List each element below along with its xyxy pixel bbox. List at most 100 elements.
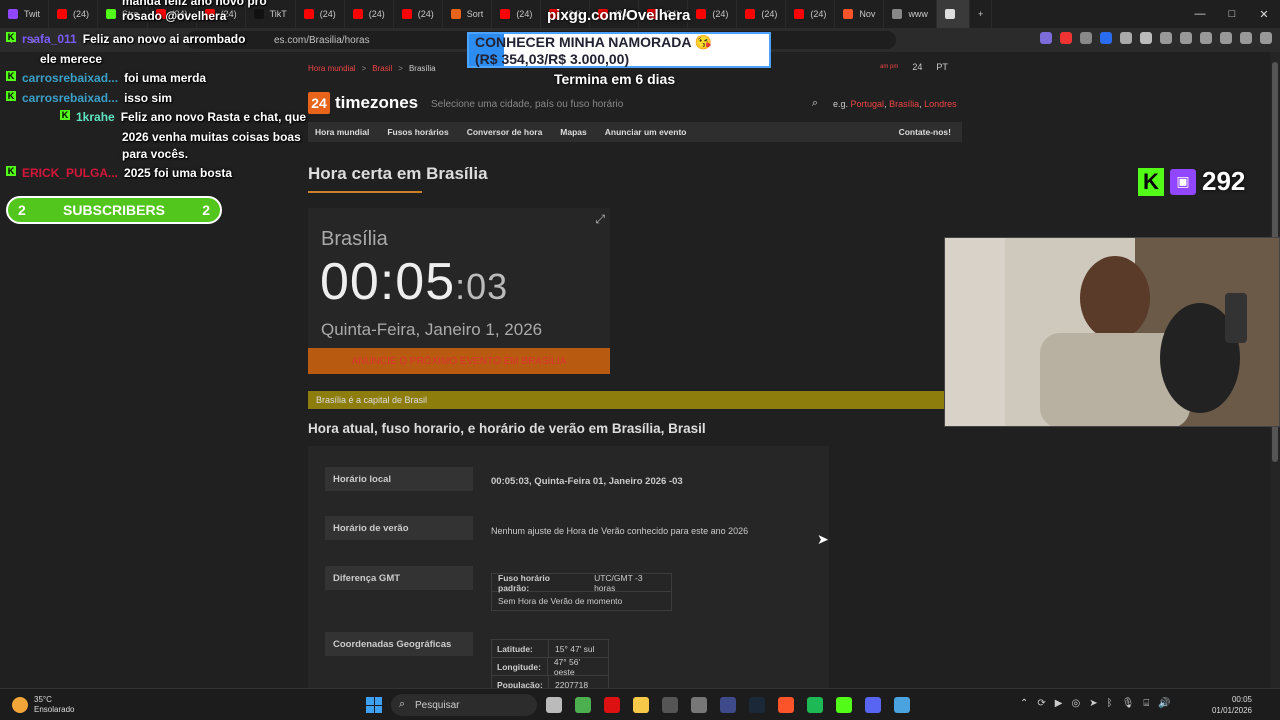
opera-icon[interactable] <box>604 697 620 713</box>
chat-message: K ERICK_PULGA... 2025 foi uma bosta <box>6 166 232 180</box>
obs-icon[interactable] <box>691 697 707 713</box>
extension-icon[interactable] <box>1100 32 1112 44</box>
nav-world-time[interactable]: Hora mundial <box>308 127 380 137</box>
task-view-icon[interactable] <box>546 697 562 713</box>
system-tray: ⌃ ⟳ ▶ ◎ ➤ ᛒ 🎙 ⌸ 🔊 <box>1020 698 1171 709</box>
microphone-icon[interactable]: 🎙 <box>1122 698 1135 709</box>
example-link-brasilia[interactable]: Brasília <box>889 99 919 109</box>
kick-app-icon[interactable] <box>836 697 852 713</box>
nav-maps[interactable]: Mapas <box>553 127 597 137</box>
browser-tab[interactable]: (24) <box>737 0 787 28</box>
breadcrumb-separator: > <box>361 64 367 73</box>
nav-timezones[interactable]: Fusos horários <box>380 127 459 137</box>
taskbar-date: 01/01/2026 <box>1211 706 1252 715</box>
site-logo[interactable]: 24 timezones <box>308 92 418 114</box>
announce-event-button[interactable]: ANUNCIE O PRÓXIMO EVENTO EM BRASÍLIA <box>308 348 610 374</box>
example-link-portugal[interactable]: Portugal <box>851 99 885 109</box>
goal-deadline: Termina em 6 dias <box>554 71 676 87</box>
nav-announce[interactable]: Anunciar um evento <box>598 127 698 137</box>
browser-tab[interactable]: Nov <box>835 0 885 28</box>
nav-contact[interactable]: Contate-nos! <box>892 127 962 137</box>
close-window-icon[interactable]: ✕ <box>1248 0 1280 28</box>
wallet-icon[interactable] <box>1220 32 1232 44</box>
tray-app-icon[interactable]: ➤ <box>1089 698 1097 709</box>
tray-app-icon[interactable]: ▶ <box>1055 698 1063 709</box>
app-icon[interactable] <box>720 697 736 713</box>
gmt-note: Sem Hora de Verão de momento <box>498 596 623 606</box>
extension-icon[interactable] <box>1040 32 1052 44</box>
steam-icon[interactable] <box>749 697 765 713</box>
taskbar-search[interactable]: ⌕ Pesquisar <box>391 694 537 716</box>
volume-icon[interactable]: 🔊 <box>1158 698 1170 709</box>
new-tab-button[interactable]: + <box>970 0 993 28</box>
chat-message: rosado @ovelhera <box>122 9 226 23</box>
tray-app-icon[interactable]: ◎ <box>1071 698 1080 709</box>
tab-favicon-icon <box>696 9 707 19</box>
file-explorer-icon[interactable] <box>633 697 649 713</box>
format-24-toggle[interactable]: 24 <box>912 62 922 72</box>
tab-label: Nov <box>859 9 876 19</box>
taskbar-search-label: Pesquisar <box>415 699 460 711</box>
breadcrumb-world[interactable]: Hora mundial <box>308 64 356 73</box>
chat-text: ele merece <box>40 52 103 66</box>
tray-app-icon[interactable]: ⟳ <box>1037 698 1045 709</box>
minimize-icon[interactable]: — <box>1184 0 1216 28</box>
weather-widget[interactable]: 35°C Ensolarado <box>12 695 74 715</box>
nav-converter[interactable]: Conversor de hora <box>460 127 554 137</box>
main-nav: Hora mundial Fusos horários Conversor de… <box>308 122 962 142</box>
maximize-icon[interactable]: □ <box>1216 0 1248 28</box>
music-icon[interactable] <box>1180 32 1192 44</box>
chat-message: Kcarrosrebaixad... foi uma merda <box>6 71 206 85</box>
browser-tab[interactable]: www <box>884 0 937 28</box>
weather-text: 35°C Ensolarado <box>34 695 74 715</box>
tab-label: Sort <box>466 9 484 19</box>
tab-favicon-icon <box>892 9 903 19</box>
extension-icon[interactable] <box>1060 32 1072 44</box>
chat-username: carrosrebaixad... <box>22 91 119 105</box>
search-icon: ⌕ <box>399 698 406 710</box>
tab-label: (24) <box>810 9 827 19</box>
tray-chevron-icon[interactable]: ⌃ <box>1020 698 1028 709</box>
vpn-icon[interactable] <box>1240 32 1252 44</box>
search-icon[interactable]: ⌕ <box>812 97 818 110</box>
screenshot-icon[interactable] <box>1160 32 1172 44</box>
taskbar-clock[interactable]: 00:05 01/01/2026 <box>1206 694 1252 716</box>
browser-tab[interactable]: (24) <box>786 0 836 28</box>
dst-label: Horário de verão <box>325 516 473 540</box>
puzzle-icon[interactable] <box>1140 32 1152 44</box>
city-search-input[interactable]: Selecione uma cidade, país ou fuso horár… <box>424 94 824 114</box>
chat-message: ele merece <box>40 52 102 66</box>
example-link-londres[interactable]: Londres <box>924 99 957 109</box>
subs-count-left: 2 <box>18 202 26 218</box>
browser-tab[interactable]: (24) <box>345 0 394 28</box>
chrome-icon[interactable] <box>575 697 591 713</box>
breadcrumb-country[interactable]: Brasil <box>372 64 392 73</box>
search-placeholder: Selecione uma cidade, país ou fuso horár… <box>431 98 624 110</box>
expand-icon[interactable]: ⤢ <box>595 212 605 227</box>
start-menu-icon[interactable] <box>366 697 382 713</box>
kick-badge-icon: K <box>6 166 16 176</box>
sidebar-icon[interactable] <box>1200 32 1212 44</box>
browser-tab[interactable]: (24) <box>688 0 738 28</box>
bluetooth-icon[interactable]: ᛒ <box>1107 698 1113 709</box>
extension-icon[interactable] <box>1120 32 1132 44</box>
language-selector[interactable]: PT <box>936 62 948 72</box>
ampm-toggle[interactable]: am pm <box>880 64 898 70</box>
info-card: Horário local 00:05:03, Quinta-Feira 01,… <box>308 446 829 688</box>
extension-icon[interactable] <box>1080 32 1092 44</box>
network-icon[interactable]: ⌸ <box>1143 698 1149 709</box>
discord-icon[interactable] <box>865 697 881 713</box>
browser-tab[interactable]: (24) <box>492 0 542 28</box>
gmt-table: Fuso horário padrão: UTC/GMT -3 horas Sem… <box>491 573 672 611</box>
spotify-icon[interactable] <box>807 697 823 713</box>
browser-tab[interactable]: Sort <box>443 0 493 28</box>
app-icon[interactable] <box>662 697 678 713</box>
tab-favicon-icon <box>794 9 805 19</box>
brave-icon[interactable] <box>778 697 794 713</box>
notepad-icon[interactable] <box>894 697 910 713</box>
menu-icon[interactable] <box>1260 32 1272 44</box>
taskbar-apps <box>546 697 910 713</box>
chat-username: carrosrebaixad... <box>22 71 119 85</box>
browser-tab[interactable]: (24) <box>394 0 443 28</box>
browser-tab[interactable] <box>936 0 970 28</box>
